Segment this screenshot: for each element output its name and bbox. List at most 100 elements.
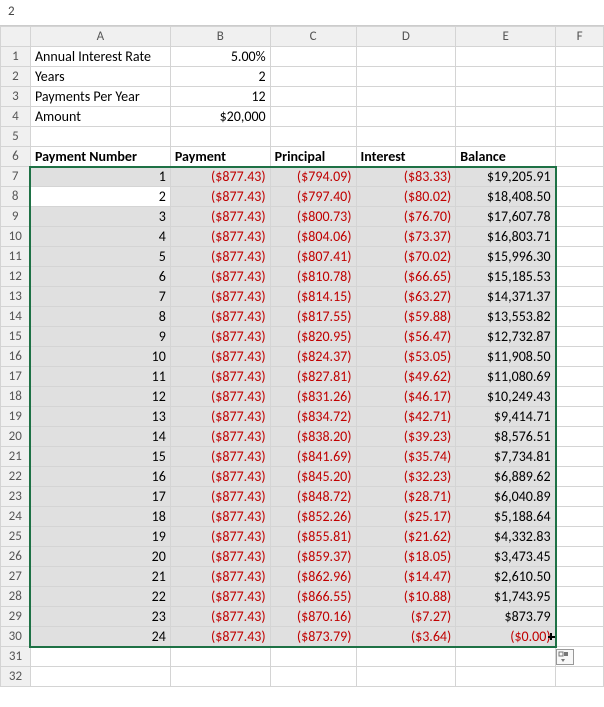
cell-F28[interactable] [556, 587, 604, 607]
cell-A7[interactable]: 1 [30, 167, 170, 187]
cell-E22[interactable]: $6,889.62 [456, 467, 556, 487]
cell-A6[interactable]: Payment Number [30, 147, 170, 167]
row-header-28[interactable]: 28 [1, 587, 31, 607]
cell-D31[interactable] [356, 647, 456, 667]
cell-A26[interactable]: 20 [30, 547, 170, 567]
cell-F3[interactable] [556, 87, 604, 107]
cell-C8[interactable]: ($797.40) [270, 187, 356, 207]
cell-A30[interactable]: 24 [30, 627, 170, 647]
cell-F1[interactable] [556, 47, 604, 67]
cell-A11[interactable]: 5 [30, 247, 170, 267]
cell-E14[interactable]: $13,553.82 [456, 307, 556, 327]
cell-B27[interactable]: ($877.43) [170, 567, 270, 587]
cell-F22[interactable] [556, 467, 604, 487]
cell-C9[interactable]: ($800.73) [270, 207, 356, 227]
cell-F12[interactable] [556, 267, 604, 287]
cell-C5[interactable] [270, 127, 356, 147]
cell-C1[interactable] [270, 47, 356, 67]
row-header-2[interactable]: 2 [1, 67, 31, 87]
cell-C3[interactable] [270, 87, 356, 107]
cell-B19[interactable]: ($877.43) [170, 407, 270, 427]
cell-F20[interactable] [556, 427, 604, 447]
cell-F23[interactable] [556, 487, 604, 507]
cell-D28[interactable]: ($10.88) [356, 587, 456, 607]
cell-D11[interactable]: ($70.02) [356, 247, 456, 267]
row-header-21[interactable]: 21 [1, 447, 31, 467]
column-header-D[interactable]: D [356, 27, 456, 47]
cell-C22[interactable]: ($845.20) [270, 467, 356, 487]
cell-C23[interactable]: ($848.72) [270, 487, 356, 507]
cell-F18[interactable] [556, 387, 604, 407]
column-header-F[interactable]: F [556, 27, 604, 47]
cell-F6[interactable] [556, 147, 604, 167]
row-header-31[interactable]: 31 [1, 647, 31, 667]
cell-F16[interactable] [556, 347, 604, 367]
cell-E5[interactable] [456, 127, 556, 147]
cell-D13[interactable]: ($63.27) [356, 287, 456, 307]
cell-F9[interactable] [556, 207, 604, 227]
cell-A29[interactable]: 23 [30, 607, 170, 627]
cell-A12[interactable]: 6 [30, 267, 170, 287]
row-header-18[interactable]: 18 [1, 387, 31, 407]
cell-D19[interactable]: ($42.71) [356, 407, 456, 427]
cell-F5[interactable] [556, 127, 604, 147]
cell-B13[interactable]: ($877.43) [170, 287, 270, 307]
cell-C14[interactable]: ($817.55) [270, 307, 356, 327]
cell-C10[interactable]: ($804.06) [270, 227, 356, 247]
cell-E32[interactable] [456, 667, 556, 687]
cell-F4[interactable] [556, 107, 604, 127]
cell-E29[interactable]: $873.79 [456, 607, 556, 627]
row-header-22[interactable]: 22 [1, 467, 31, 487]
cell-D5[interactable] [356, 127, 456, 147]
cell-F21[interactable] [556, 447, 604, 467]
cell-A16[interactable]: 10 [30, 347, 170, 367]
cell-B21[interactable]: ($877.43) [170, 447, 270, 467]
cell-D22[interactable]: ($32.23) [356, 467, 456, 487]
column-header-E[interactable]: E [456, 27, 556, 47]
cell-B32[interactable] [170, 667, 270, 687]
cell-D25[interactable]: ($21.62) [356, 527, 456, 547]
cell-D29[interactable]: ($7.27) [356, 607, 456, 627]
cell-C12[interactable]: ($810.78) [270, 267, 356, 287]
row-header-13[interactable]: 13 [1, 287, 31, 307]
cell-F30[interactable] [556, 627, 604, 647]
cell-D2[interactable] [356, 67, 456, 87]
row-header-4[interactable]: 4 [1, 107, 31, 127]
cell-A25[interactable]: 19 [30, 527, 170, 547]
cell-A27[interactable]: 21 [30, 567, 170, 587]
cell-D3[interactable] [356, 87, 456, 107]
cell-B11[interactable]: ($877.43) [170, 247, 270, 267]
cell-B1[interactable]: 5.00% [170, 47, 270, 67]
cell-B15[interactable]: ($877.43) [170, 327, 270, 347]
cell-D6[interactable]: Interest [356, 147, 456, 167]
cell-D24[interactable]: ($25.17) [356, 507, 456, 527]
row-header-12[interactable]: 12 [1, 267, 31, 287]
cell-B18[interactable]: ($877.43) [170, 387, 270, 407]
cell-E30[interactable]: ($0.00) [456, 627, 556, 647]
row-header-3[interactable]: 3 [1, 87, 31, 107]
cell-B6[interactable]: Payment [170, 147, 270, 167]
cell-F27[interactable] [556, 567, 604, 587]
cell-A1[interactable]: Annual Interest Rate [30, 47, 170, 67]
cell-C31[interactable] [270, 647, 356, 667]
cell-E7[interactable]: $19,205.91 [456, 167, 556, 187]
cell-E28[interactable]: $1,743.95 [456, 587, 556, 607]
cell-C6[interactable]: Principal [270, 147, 356, 167]
cell-A9[interactable]: 3 [30, 207, 170, 227]
cell-C13[interactable]: ($814.15) [270, 287, 356, 307]
row-header-19[interactable]: 19 [1, 407, 31, 427]
cell-D20[interactable]: ($39.23) [356, 427, 456, 447]
cell-B9[interactable]: ($877.43) [170, 207, 270, 227]
cell-F19[interactable] [556, 407, 604, 427]
cell-D12[interactable]: ($66.65) [356, 267, 456, 287]
cell-D23[interactable]: ($28.71) [356, 487, 456, 507]
cell-D16[interactable]: ($53.05) [356, 347, 456, 367]
cell-C17[interactable]: ($827.81) [270, 367, 356, 387]
cell-C26[interactable]: ($859.37) [270, 547, 356, 567]
cell-E1[interactable] [456, 47, 556, 67]
cell-C30[interactable]: ($873.79) [270, 627, 356, 647]
cell-F24[interactable] [556, 507, 604, 527]
select-all-corner[interactable] [1, 27, 31, 47]
cell-A10[interactable]: 4 [30, 227, 170, 247]
cell-E12[interactable]: $15,185.53 [456, 267, 556, 287]
